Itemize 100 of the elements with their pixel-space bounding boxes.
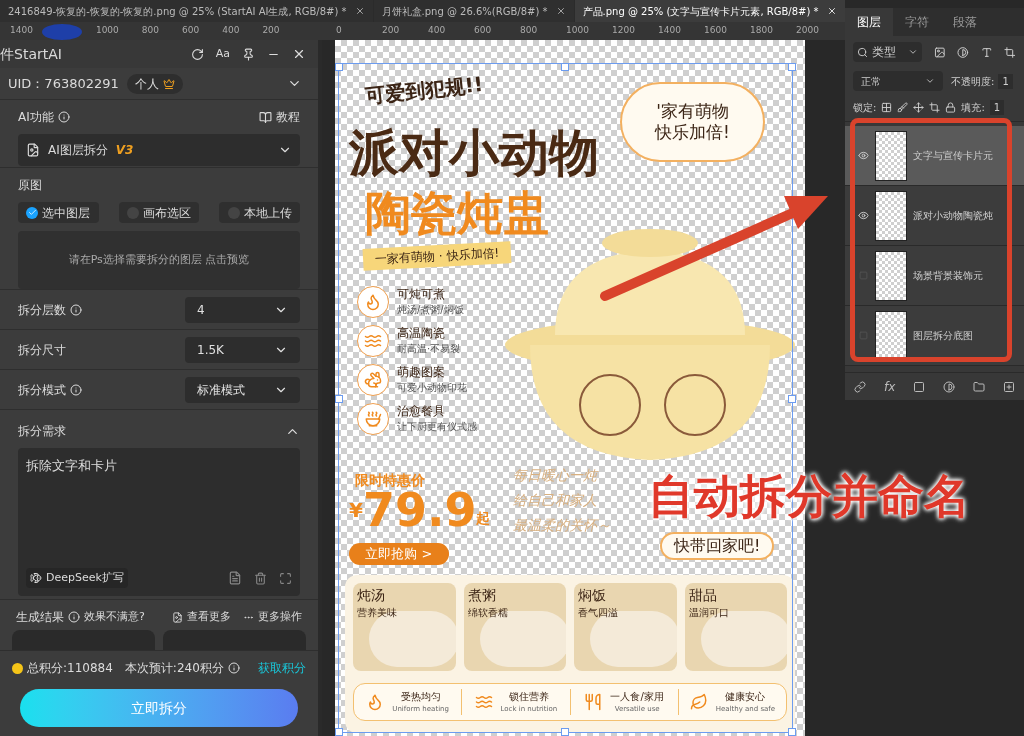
adjustment-icon[interactable] — [943, 380, 956, 393]
close-icon[interactable] — [555, 6, 566, 16]
ruler-label: 400 — [222, 24, 240, 38]
transform-handle[interactable] — [788, 395, 796, 403]
source-option[interactable]: 画布选区 — [118, 202, 200, 223]
ruler-label: 0 — [336, 24, 343, 38]
blob-drawing — [42, 24, 82, 40]
coin-icon — [12, 662, 23, 674]
tutorial-link[interactable]: 教程 — [259, 108, 300, 126]
handwritten-text: 给自己和家人 — [513, 491, 598, 510]
search-icon — [857, 46, 868, 58]
layer-row[interactable]: 文字与宣传卡片元 — [845, 126, 1024, 186]
source-option[interactable]: 本地上传 — [219, 202, 300, 223]
price-label: 限时特惠价 — [355, 471, 425, 490]
shape-filter-icon[interactable] — [1004, 45, 1016, 59]
requirement-field[interactable]: 拆除文字和卡片 DeepSeek扩写 — [18, 448, 300, 596]
price-suffix: 起 — [476, 510, 491, 526]
transform-handle[interactable] — [335, 63, 343, 71]
document-icon[interactable] — [228, 571, 242, 585]
transform-handle[interactable] — [335, 395, 343, 403]
benefit-title: 锁住营养 — [508, 690, 549, 705]
close-icon[interactable] — [826, 6, 837, 16]
deepseek-expand-button[interactable]: DeepSeek扩写 — [26, 568, 128, 588]
crop-icon[interactable] — [929, 102, 941, 113]
panel-tab[interactable]: 段落 — [941, 8, 989, 36]
transform-handle[interactable] — [561, 728, 569, 736]
ruler-label: 1400 — [658, 24, 682, 38]
brush-icon[interactable] — [897, 102, 909, 113]
feature-description: 耐高温·不易裂 — [397, 342, 461, 356]
transform-handle[interactable] — [788, 728, 796, 736]
filter-select[interactable]: 类型 — [853, 42, 922, 62]
close-icon[interactable] — [292, 47, 306, 61]
feature-icon — [357, 286, 389, 318]
refresh-icon[interactable] — [190, 47, 204, 61]
dish-title: 甜品 — [688, 587, 718, 605]
blend-mode-select[interactable]: 正常 — [853, 71, 943, 91]
setting-label: 拆分层数 — [18, 301, 66, 319]
lock-icon[interactable] — [945, 102, 957, 113]
price-value: 79.9 — [362, 487, 477, 533]
opacity-field[interactable]: 1 — [998, 73, 1013, 89]
new-layer-icon[interactable] — [1003, 380, 1015, 393]
layer-thumbnail — [875, 190, 907, 241]
closing-slogan: 快带回家吧! — [660, 532, 775, 560]
feature-icon — [357, 364, 389, 396]
link-icon[interactable] — [853, 380, 866, 393]
fullscreen-icon[interactable] — [279, 571, 292, 585]
layer-row[interactable]: 派对小动物陶瓷炖 — [845, 186, 1024, 246]
fill-field[interactable]: 1 — [989, 100, 1005, 115]
panel-tab[interactable]: 字符 — [893, 8, 941, 36]
panel-tab[interactable]: 图层 — [845, 8, 893, 36]
info-icon — [57, 111, 70, 123]
transform-handle[interactable] — [561, 63, 569, 71]
feedback-link[interactable]: 效果不满意? — [84, 608, 145, 626]
eye-icon[interactable] — [857, 209, 869, 222]
transform-handle[interactable] — [335, 728, 343, 736]
layer-name: 文字与宣传卡片元 — [913, 149, 993, 163]
ruler-label: 800 — [141, 24, 159, 38]
setting-select[interactable]: 标准模式 — [185, 376, 300, 403]
function-select[interactable]: AI图层拆分 V3 — [18, 134, 300, 166]
setting-label: 拆分模式 — [18, 381, 66, 399]
setting-select[interactable]: 4 — [185, 296, 300, 323]
info-icon — [227, 662, 240, 674]
ruler-label: 800 — [520, 24, 539, 38]
document-tab[interactable]: 月饼礼盒.png @ 26.6%(RGB/8#) * — [373, 0, 574, 22]
setting-select[interactable]: 1.5K — [185, 336, 300, 363]
font-size-button[interactable]: Aa — [215, 45, 230, 63]
poster-ribbon: 一家有萌物 · 快乐加倍! — [362, 241, 512, 271]
mask-icon[interactable] — [913, 380, 926, 393]
pin-icon[interactable] — [242, 47, 255, 61]
dish-title: 煮粥 — [467, 587, 497, 605]
type-filter-icon[interactable] — [980, 45, 993, 59]
total-points: 总积分:110884 — [27, 660, 113, 677]
move-icon[interactable] — [913, 102, 925, 113]
ruler-label: 1000 — [95, 24, 119, 38]
info-icon — [68, 611, 80, 623]
folder-icon[interactable] — [973, 380, 986, 393]
ruler-label: 600 — [182, 24, 200, 38]
bubble-text: 快乐加倍! — [655, 122, 730, 144]
dish-title: 焖饭 — [578, 587, 607, 605]
fill-label: 填充: — [961, 101, 985, 115]
view-more-link[interactable]: 查看更多 — [172, 608, 231, 626]
handwritten-text: 最温柔的关怀～ — [513, 516, 611, 535]
trash-icon[interactable] — [254, 571, 267, 585]
document-tab[interactable]: 产品.png @ 25% (文字与宣传卡片元素, RGB/8#) * — [574, 0, 845, 22]
source-option[interactable]: 选中图层 — [18, 202, 99, 223]
lock-pixels-icon[interactable] — [881, 102, 893, 113]
more-actions-link[interactable]: 更多操作 — [243, 608, 302, 626]
section-label: 原图 — [18, 177, 43, 194]
fx-button[interactable]: fx — [883, 377, 896, 396]
adjustment-filter-icon[interactable] — [957, 45, 969, 59]
transform-handle[interactable] — [788, 63, 796, 71]
close-icon[interactable] — [354, 6, 365, 16]
handwritten-text: 每日暖心一炖 — [513, 466, 600, 485]
get-points-link[interactable]: 获取积分 — [258, 659, 306, 677]
feature-title: 高温陶瓷 — [397, 326, 446, 341]
document-tab[interactable]: 2416849-恢复的-恢复的-恢复的.png @ 25% (StartAI AI生成, RGB/8#) * — [0, 0, 373, 22]
benefit-title: 一人食/家用 — [610, 690, 664, 705]
eye-icon[interactable] — [857, 149, 869, 162]
layer-row[interactable]: 场景背景装饰元 — [845, 246, 1024, 306]
image-filter-icon[interactable] — [933, 45, 946, 59]
